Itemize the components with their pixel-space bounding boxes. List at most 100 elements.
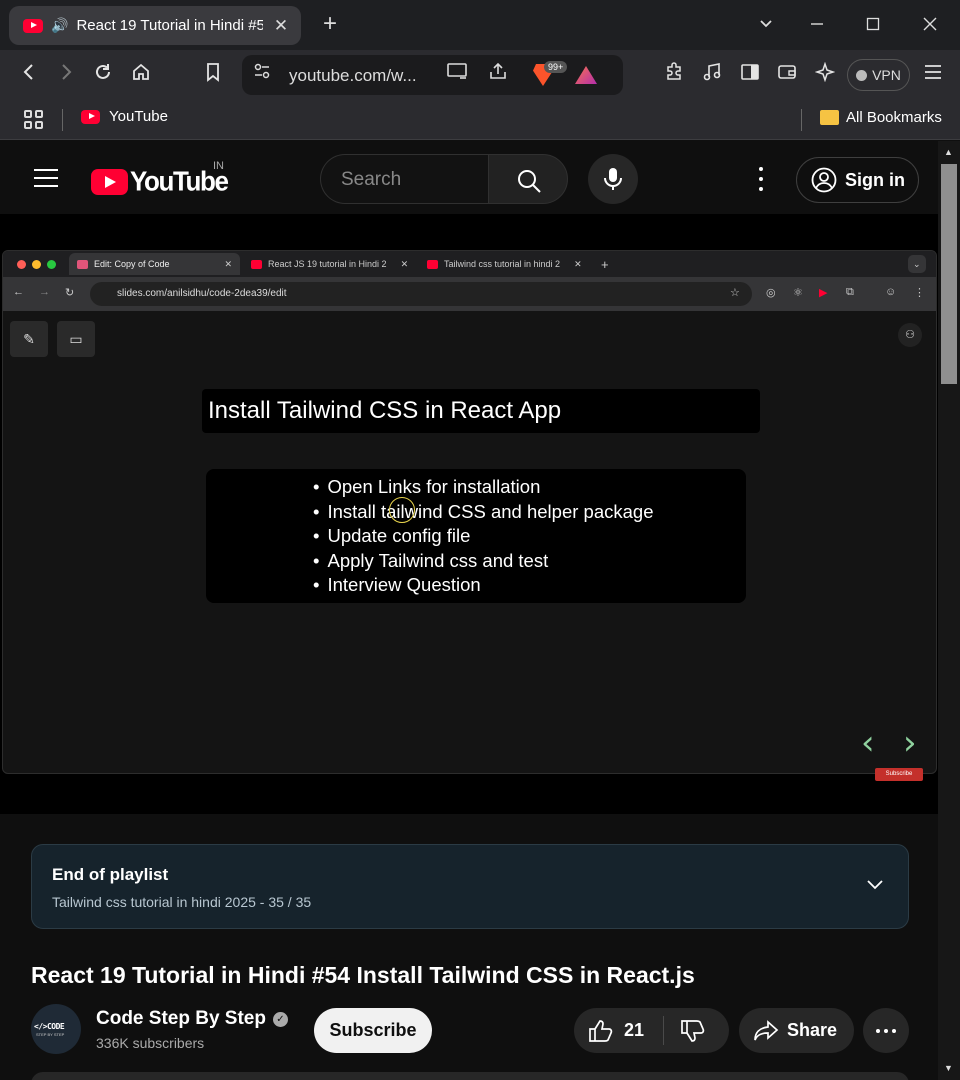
avatar-logo-text: </>CODE [34, 1022, 65, 1031]
apps-grid-icon[interactable] [24, 110, 43, 129]
back-icon[interactable] [16, 62, 42, 88]
slide-bullet: Update config file [313, 524, 653, 549]
page-scrollbar[interactable]: ▲ ▼ [938, 141, 960, 1080]
menu-hamburger-icon[interactable] [920, 62, 946, 88]
voice-search-button[interactable] [588, 154, 638, 204]
subscribe-button[interactable]: Subscribe [314, 1008, 432, 1053]
bookmark-icon[interactable] [200, 62, 226, 88]
channel-avatar[interactable]: </>CODE STEP BY STEP [31, 1004, 81, 1054]
recorded-profile-avatar-icon: ☺ [885, 286, 897, 298]
playlist-panel[interactable]: End of playlist Tailwind css tutorial in… [31, 844, 909, 929]
maximize-window-icon[interactable] [860, 12, 886, 38]
tab-search-chevron-icon[interactable] [753, 12, 779, 38]
minimize-window-icon[interactable] [804, 12, 830, 38]
slide-title-box: Install Tailwind CSS in React App [202, 389, 760, 433]
search-icon [518, 170, 541, 193]
recorded-toolbar: ← → ↻ slides.com/anilsidhu/code-2dea39/e… [3, 277, 936, 311]
wallet-icon[interactable] [774, 62, 800, 88]
expand-chevron-icon[interactable] [864, 873, 886, 895]
traffic-light-minimize-icon [32, 260, 41, 269]
slide-prev-arrow-icon: ‹ [861, 723, 875, 763]
channel-name-text: Code Step By Step [96, 1008, 266, 1029]
recorded-tab-close-icon: ✕ [224, 258, 232, 269]
recorded-tab-list-icon: ⌄ [908, 255, 926, 273]
recorded-back-icon: ← [13, 286, 24, 298]
scroll-down-arrow-icon[interactable]: ▼ [944, 1063, 953, 1073]
slide-present-icon: ▭ [57, 321, 95, 357]
avatar-logo-subtext: STEP BY STEP [36, 1032, 65, 1037]
recorded-extension-icon: ◎ [766, 287, 776, 299]
recorded-tab: Tailwind css tutorial in hindi 2 ✕ [419, 253, 591, 275]
bookmark-youtube[interactable]: YouTube [81, 108, 168, 125]
slide-bullets-box: Open Links for installation Install tail… [206, 469, 746, 603]
video-player[interactable]: Edit: Copy of Code ✕ React JS 19 tutoria… [0, 214, 938, 814]
recorded-url-text: slides.com/anilsidhu/code-2dea39/edit [117, 288, 287, 299]
sign-in-button[interactable]: Sign in [796, 157, 919, 203]
channel-name[interactable]: Code Step By Step ✓ [96, 1008, 288, 1030]
bookmark-divider [801, 109, 802, 131]
youtube-play-logo-icon [91, 168, 128, 195]
cast-icon[interactable] [444, 62, 470, 88]
search-input[interactable]: Search [320, 154, 489, 204]
audio-playing-icon[interactable]: 🔊 [51, 17, 68, 34]
slide-title: Install Tailwind CSS in React App [208, 397, 562, 424]
like-thumbs-up-icon[interactable] [588, 1019, 614, 1043]
new-tab-button[interactable]: + [317, 11, 343, 37]
playlist-subtitle[interactable]: Tailwind css tutorial in hindi 2025 - 35… [52, 894, 311, 910]
bookmark-divider [62, 109, 63, 131]
share-button[interactable]: Share [739, 1008, 854, 1053]
video-frame-recorded-browser: Edit: Copy of Code ✕ React JS 19 tutoria… [2, 250, 937, 774]
dislike-thumbs-down-icon[interactable] [680, 1019, 706, 1043]
site-settings-icon[interactable] [249, 62, 275, 88]
sidebar-toggle-icon[interactable] [737, 62, 763, 88]
search-button[interactable] [488, 154, 568, 204]
share-label: Share [787, 1020, 838, 1040]
close-window-icon[interactable] [917, 12, 943, 38]
recorded-reload-icon: ↻ [65, 287, 75, 299]
settings-more-icon[interactable] [750, 167, 772, 191]
youtube-favicon-icon [81, 109, 100, 124]
recorded-address-bar: slides.com/anilsidhu/code-2dea39/edit [90, 282, 752, 306]
scroll-up-arrow-icon[interactable]: ▲ [944, 147, 953, 157]
slide-pen-tool-icon: ✎ [10, 321, 48, 357]
brave-rewards-icon[interactable] [575, 66, 597, 84]
youtube-logo[interactable]: YouTube IN [91, 160, 229, 197]
share-arrow-icon [754, 1019, 779, 1040]
forward-icon[interactable] [53, 62, 79, 88]
url-text[interactable]: youtube.com/w... [289, 66, 417, 86]
reload-icon[interactable] [90, 62, 116, 88]
home-icon[interactable] [128, 62, 154, 88]
slide-bullet: Open Links for installation [313, 475, 653, 500]
scroll-thumb[interactable] [941, 164, 957, 384]
sign-in-label: Sign in [845, 169, 905, 190]
guide-menu-icon[interactable] [34, 169, 58, 187]
media-music-icon[interactable] [699, 62, 725, 88]
subscriber-count: 336K subscribers [96, 1035, 205, 1051]
recorded-menu-icon: ⋮ [914, 287, 925, 299]
shields-count-badge: 99+ [544, 61, 568, 73]
vpn-button[interactable]: VPN [847, 59, 910, 91]
description-box[interactable] [31, 1072, 909, 1080]
close-tab-icon[interactable]: ✕ [271, 16, 291, 36]
share-page-icon[interactable] [485, 62, 511, 88]
leo-ai-icon[interactable] [812, 61, 838, 88]
slide-bullet-list: Open Links for installation Install tail… [313, 475, 653, 598]
recorded-star-icon: ☆ [730, 287, 740, 299]
recorded-tab-label: Edit: Copy of Code [94, 259, 170, 269]
address-bar[interactable]: youtube.com/w... 99+ [242, 55, 623, 95]
more-actions-button[interactable] [863, 1008, 909, 1053]
recorded-tab-label: Tailwind css tutorial in hindi 2 [444, 259, 561, 269]
vpn-label: VPN [872, 67, 901, 83]
recorded-tab-label: React JS 19 tutorial in Hindi 2 [268, 259, 387, 269]
all-bookmarks-label: All Bookmarks [846, 109, 942, 126]
browser-toolbar: youtube.com/w... 99+ VPN [0, 50, 960, 100]
bookmarks-bar: YouTube All Bookmarks [0, 100, 960, 140]
vpn-status-icon [856, 69, 868, 81]
subscribe-watermark[interactable]: Subscribe [875, 768, 923, 781]
youtube-favicon-icon [251, 259, 262, 269]
extensions-icon[interactable] [661, 62, 687, 88]
youtube-favicon-icon [427, 259, 438, 269]
recorded-tab: Edit: Copy of Code ✕ [69, 253, 240, 275]
all-bookmarks-folder[interactable]: All Bookmarks [820, 109, 942, 126]
browser-tab-active[interactable]: 🔊 React 19 Tutorial in Hindi #54 Install… [9, 6, 301, 45]
